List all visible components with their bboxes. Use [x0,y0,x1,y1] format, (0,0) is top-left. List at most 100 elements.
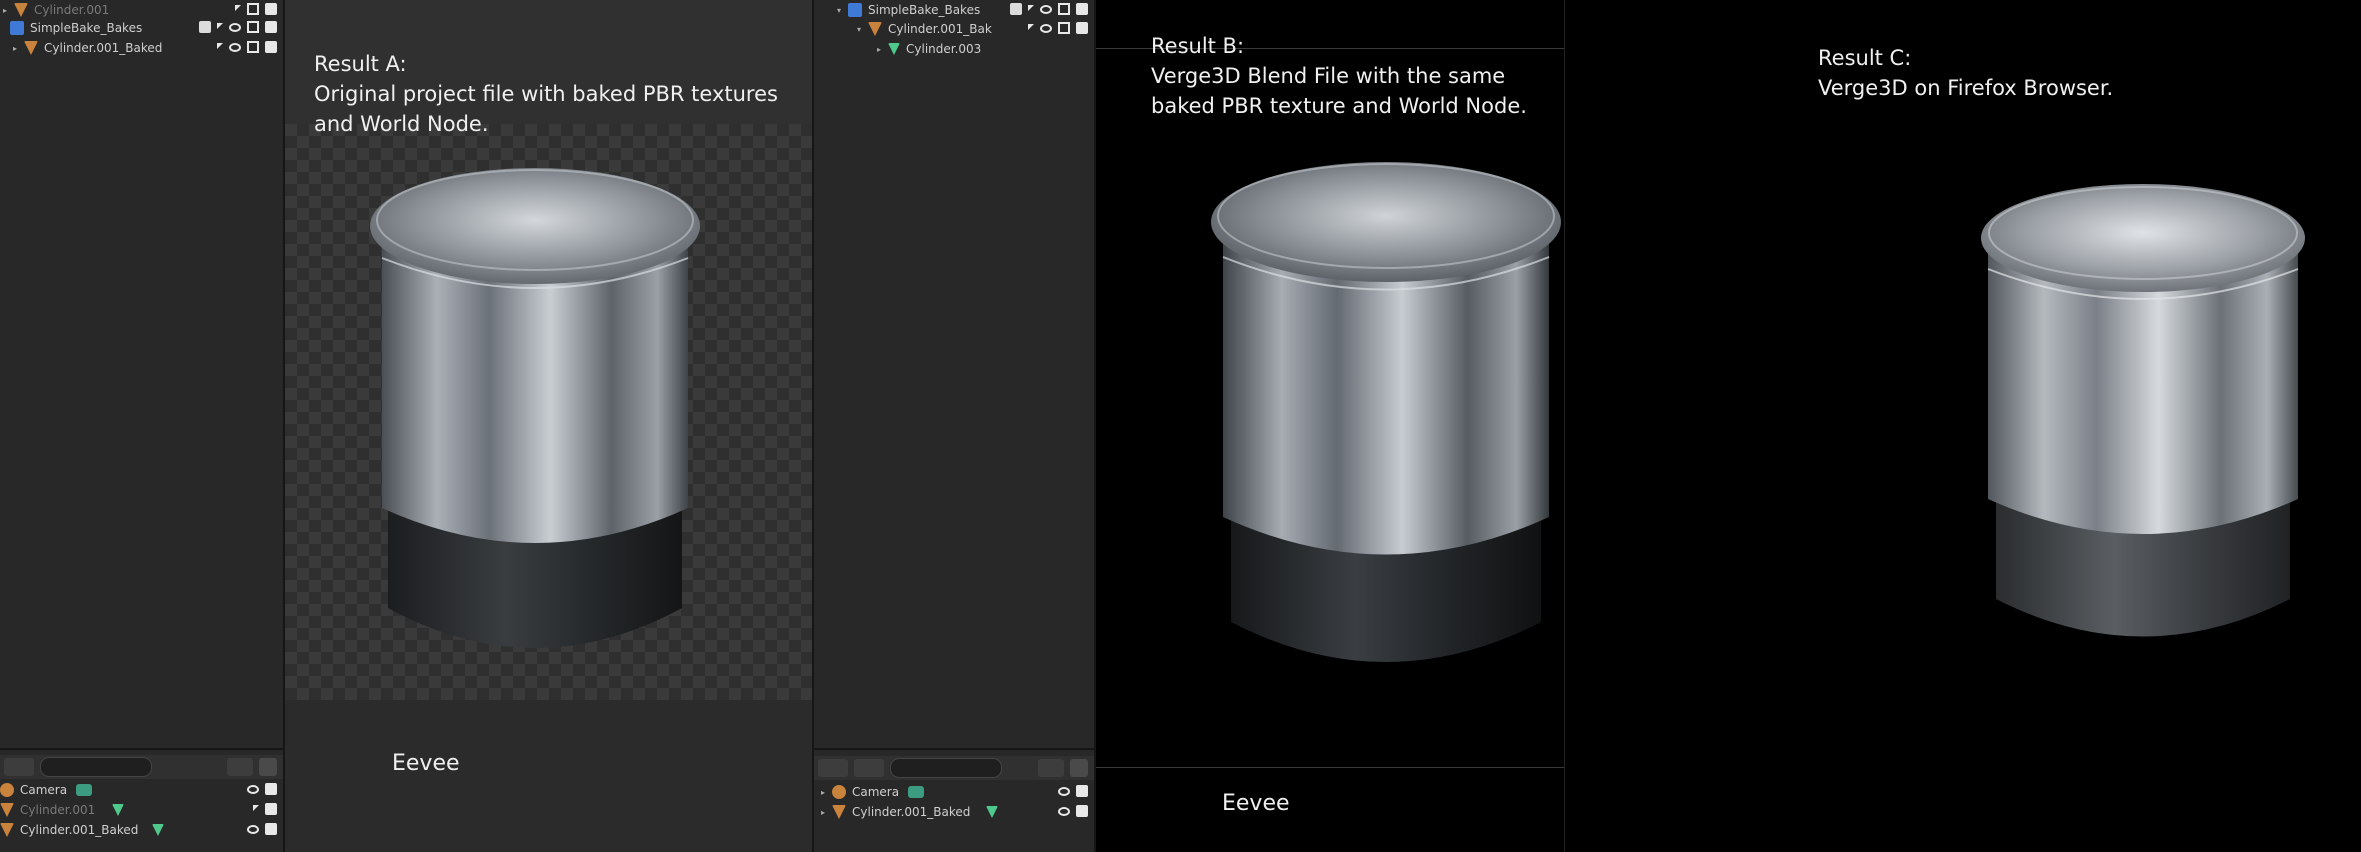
filter-button[interactable] [227,758,253,776]
checkbox-icon[interactable] [1010,3,1022,15]
select-icon[interactable] [235,5,241,11]
render-icon[interactable] [265,3,277,15]
data-item-label: Cylinder.001 [20,803,96,817]
data-item-label: Cylinder.001_Baked [20,823,139,837]
caption-line: Verge3D Blend File with the same [1151,64,1506,88]
eye-icon[interactable] [1058,787,1070,796]
outliner-item-simplebake[interactable]: ▾ SimpleBake_Bakes [814,0,1094,20]
collection-icon [10,21,24,35]
eye-icon[interactable] [1040,24,1052,33]
render-icon[interactable] [265,41,277,53]
eye-icon[interactable] [247,825,259,834]
caption-line: Verge3D on Firefox Browser. [1818,76,2114,100]
render-engine-label: Eevee [1222,791,1290,816]
data-item-label: Camera [20,783,68,797]
data-item-camera[interactable]: Camera [0,780,283,800]
viewport-b[interactable]: Result B: Verge3D Blend File with the sa… [1096,0,1564,852]
eye-icon[interactable] [247,785,259,794]
outliner-item-label: Cylinder.001 [34,3,110,17]
display-mode-button[interactable] [4,758,34,776]
render-engine-label: Eevee [392,751,460,776]
render-icon[interactable] [1076,785,1088,797]
outliner-toolbar [0,755,283,779]
outliner-item-cylinder[interactable]: ▸ Cylinder.001 [0,0,283,20]
select-icon[interactable] [217,43,223,49]
select-icon[interactable] [217,23,223,29]
mesh-data-icon [152,824,164,836]
caption-line: baked PBR texture and World Node. [1151,94,1527,118]
data-item-cylinder-baked[interactable]: ▸ Cylinder.001_Baked [814,802,1094,822]
camera-data-icon [76,784,92,796]
new-collection-button[interactable] [1070,759,1088,777]
cylinder-render [370,168,700,648]
middle-outliner: ▾ SimpleBake_Bakes ▾ Cylinder.001_Bak ▸ … [814,0,1094,852]
display-mode-button[interactable] [818,759,848,777]
caption-line: Result C: [1818,46,1912,70]
mesh-data-icon [986,806,998,818]
caption-line: Result A: [314,52,407,76]
select-icon[interactable] [1028,5,1034,11]
browser-view[interactable]: Result C: Verge3D on Firefox Browser. [1565,0,2361,852]
monitor-icon[interactable] [247,3,259,15]
result-b-caption: Result B: Verge3D Blend File with the sa… [1151,31,1527,121]
mesh-icon [14,3,28,17]
monitor-icon[interactable] [1058,3,1070,15]
mesh-icon [0,803,14,817]
viewport-footer [285,700,812,852]
mesh-icon [832,805,846,819]
camera-data-icon [908,786,924,798]
monitor-icon[interactable] [247,21,259,33]
search-input[interactable] [890,758,1002,778]
eye-icon[interactable] [1040,5,1052,14]
eye-icon[interactable] [1058,807,1070,816]
checkbox-icon[interactable] [199,21,211,33]
caption-line: and World Node. [314,112,489,136]
render-icon[interactable] [1076,805,1088,817]
divider [0,748,283,750]
render-icon[interactable] [1076,3,1088,15]
filter-button[interactable] [1038,759,1064,777]
collection-icon [848,3,862,17]
monitor-icon[interactable] [1058,22,1070,34]
render-icon[interactable] [1076,22,1088,34]
outliner-item-simplebake[interactable]: SimpleBake_Bakes [0,18,283,38]
cylinder-render [1211,162,1561,662]
render-icon[interactable] [265,21,277,33]
mesh-data-icon [888,43,900,55]
mesh-icon [868,22,882,36]
render-icon[interactable] [265,803,277,815]
eye-icon[interactable] [229,43,241,52]
eye-icon[interactable] [229,23,241,32]
caption-line: Original project file with baked PBR tex… [314,82,778,106]
search-input[interactable] [40,757,152,777]
expand-arrow-icon[interactable]: ▸ [10,44,20,53]
cylinder-render [1981,184,2305,637]
data-item-label: Camera [852,785,900,799]
view-mode-button[interactable] [854,759,884,777]
outliner-item-mesh-data[interactable]: ▸ Cylinder.003 [814,39,1094,59]
new-collection-button[interactable] [259,758,277,776]
outliner-item-label: Cylinder.001_Bak [888,22,992,36]
outliner-item-cylinder-baked[interactable]: ▸ Cylinder.001_Baked [0,38,283,58]
data-item-cylinder-baked[interactable]: Cylinder.001_Baked [0,820,283,840]
caption-line: Result B: [1151,34,1245,58]
hidden-eye-icon[interactable] [253,805,259,811]
outliner-item-cylinder-baked[interactable]: ▾ Cylinder.001_Bak [814,19,1094,39]
camera-icon [832,785,846,799]
data-item-camera[interactable]: ▸ Camera [814,782,1094,802]
result-a-caption: Result A: Original project file with bak… [314,49,778,139]
divider [814,748,1094,750]
camera-frame-bottom [1096,767,1564,768]
viewport-a[interactable]: Result A: Original project file with bak… [285,0,812,852]
data-item-cylinder[interactable]: Cylinder.001 [0,800,283,820]
mesh-icon [0,823,14,837]
data-item-label: Cylinder.001_Baked [852,805,971,819]
select-icon[interactable] [1028,24,1034,30]
render-icon[interactable] [265,783,277,795]
monitor-icon[interactable] [247,41,259,53]
outliner-item-label: SimpleBake_Bakes [868,3,981,17]
camera-icon [0,783,14,797]
outliner-toolbar [814,756,1094,780]
outliner-item-label: Cylinder.003 [906,42,982,56]
render-icon[interactable] [265,823,277,835]
